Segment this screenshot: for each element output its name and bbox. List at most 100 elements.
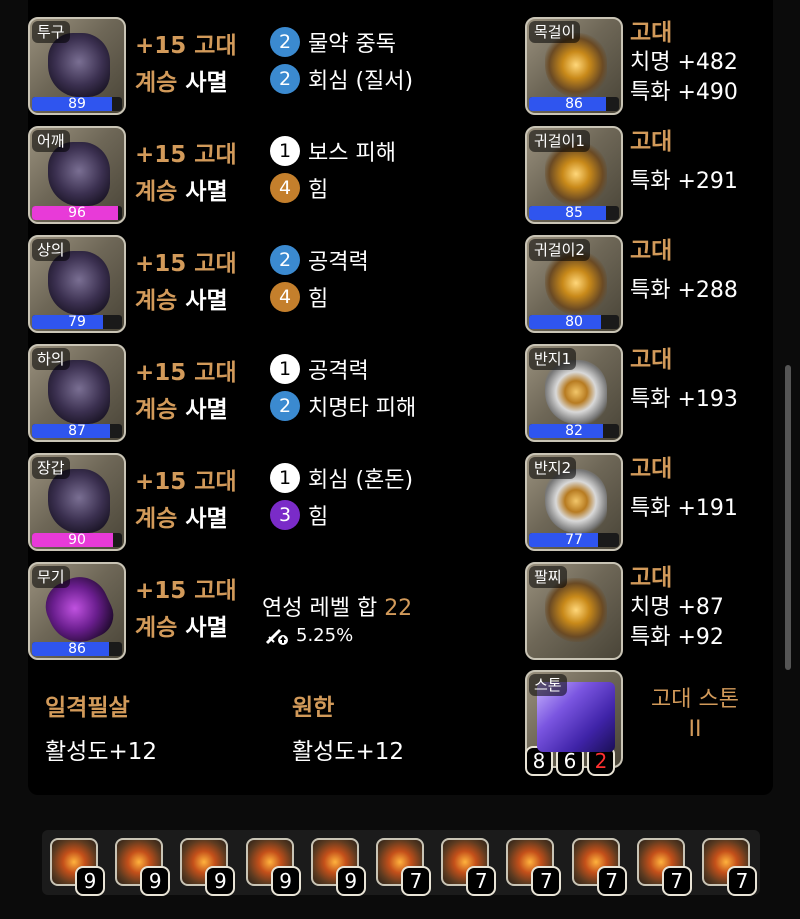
slot-label: 투구	[32, 21, 70, 43]
slot-label: 무기	[32, 566, 70, 588]
effect-level-badge: 2	[270, 391, 300, 421]
accessory-info: 고대특화 +193	[630, 345, 738, 415]
slot-label: 스톤	[529, 674, 567, 696]
succession-label: 계승	[135, 179, 178, 205]
elixir-effect: 3힘	[270, 499, 328, 531]
refinement-bonus: 5.25%	[296, 624, 354, 646]
quality-value: 77	[565, 532, 583, 548]
accessory-stat: 특화 +490	[630, 80, 738, 105]
accessory-info: 고대특화 +291	[630, 127, 738, 197]
accessory-slot-5[interactable]: 반지2 77	[525, 453, 623, 551]
succession-line: 계승 사멸	[135, 390, 228, 424]
accessory-slot-6[interactable]: 팔찌	[525, 562, 623, 660]
gem-level: 9	[205, 866, 236, 896]
effect-level-badge: 4	[270, 173, 300, 203]
accessory-stat: 특화 +288	[630, 278, 738, 303]
accessory-info: 고대 특화 +288	[630, 236, 738, 306]
sword-up-icon	[265, 628, 288, 645]
effect-name: 회심 (혼돈)	[308, 468, 414, 493]
slot-label: 귀걸이1	[529, 130, 590, 152]
accessory-stat: 특화 +193	[630, 387, 738, 412]
armor-slot-2[interactable]: 어깨 96	[28, 126, 126, 224]
effect-name: 물약 중독	[308, 32, 396, 57]
gem-level: 7	[531, 866, 562, 896]
succession-label: 계승	[135, 506, 178, 532]
effect-name: 힘	[308, 178, 329, 203]
elixir-effect: 2 공격력	[270, 244, 369, 276]
armor-slot-4[interactable]: 하의 87	[28, 344, 126, 442]
stone-name: 고대 스톤 II	[640, 685, 750, 745]
set-name: 사멸	[185, 397, 228, 423]
refinement-total: 연성 레벨 합 22	[262, 590, 412, 622]
effect-level-badge: 3	[270, 500, 300, 530]
effect-level-badge: 4	[270, 282, 300, 312]
quality-value: 96	[68, 205, 86, 221]
set-name: 사멸	[185, 506, 228, 532]
item-grade: +15 고대	[135, 578, 237, 604]
item-grade: +15 고대	[135, 469, 237, 495]
engraving-value: 활성도+12	[292, 739, 405, 765]
elixir-effect: 2 회심 (질서)	[270, 63, 413, 95]
succession-label: 계승	[135, 288, 178, 314]
item-grade: +15 고대	[135, 33, 237, 59]
armor-slot-5[interactable]: 장갑 90	[28, 453, 126, 551]
gem-level: 9	[140, 866, 171, 896]
slot-label: 하의	[32, 348, 70, 370]
gem-level: 9	[270, 866, 301, 896]
scrollbar[interactable]	[785, 365, 791, 670]
stone-tier: II	[688, 717, 702, 742]
set-name: 사멸	[185, 179, 228, 205]
engraving-2[interactable]: 원한 활성도+12	[292, 688, 404, 766]
accessory-slot-1[interactable]: 목걸이 86	[525, 17, 623, 115]
set-name: 사멸	[185, 615, 228, 641]
succession-line: 계승 사멸	[135, 281, 228, 315]
set-name: 사멸	[185, 70, 228, 96]
succession-label: 계승	[135, 397, 178, 423]
refinement-bonus-row: 5.25%	[264, 624, 353, 646]
armor-slot-6[interactable]: 무기 86	[28, 562, 126, 660]
quality-value: 89	[68, 96, 86, 112]
quality-value: 80	[565, 314, 583, 330]
succession-label: 계승	[135, 70, 178, 96]
succession-line: 계승 사멸	[135, 63, 228, 97]
effect-level-badge: 1	[270, 463, 300, 493]
accessory-slot-4[interactable]: 반지1 82	[525, 344, 623, 442]
accessory-stat: 치명 +482	[630, 50, 738, 75]
effect-name: 회심 (질서)	[308, 69, 414, 94]
gem-level: 7	[727, 866, 757, 896]
gem-level: 9	[335, 866, 366, 896]
elixir-effect: 1 공격력	[270, 353, 369, 385]
accessory-slot-3[interactable]: 귀걸이2 80	[525, 235, 623, 333]
effect-level-badge: 2	[270, 64, 300, 94]
item-grade: 고대	[630, 129, 673, 155]
quality-value: 86	[565, 96, 583, 112]
elixir-effect: 2 치명타 피해	[270, 390, 416, 422]
effect-level-badge: 2	[270, 27, 300, 57]
effect-level-badge: 2	[270, 245, 300, 275]
engraving-1[interactable]: 일격필살 활성도+12	[45, 688, 157, 766]
accessory-stat: 특화 +191	[630, 496, 738, 521]
gem-level: 7	[596, 866, 627, 896]
succession-line: 계승 사멸	[135, 172, 228, 206]
succession-line: 계승 사멸	[135, 499, 228, 533]
quality-value: 87	[68, 423, 86, 439]
elixir-effect: 4힘	[270, 281, 328, 313]
slot-label: 어깨	[32, 130, 70, 152]
armor-slot-3[interactable]: 상의 79	[28, 235, 126, 333]
accessory-stat: 특화 +291	[630, 169, 738, 194]
succession-line: 계승 사멸	[135, 608, 228, 642]
quality-value: 86	[68, 641, 86, 657]
effect-name: 공격력	[308, 359, 369, 384]
accessory-stat: 치명 +87	[630, 595, 724, 620]
armor-slot-1[interactable]: 투구 89	[28, 17, 126, 115]
slot-label: 반지2	[529, 457, 577, 479]
accessory-slot-2[interactable]: 귀걸이1 85	[525, 126, 623, 224]
gem-level: 7	[466, 866, 497, 896]
stone-name-text: 고대 스톤	[651, 687, 739, 712]
set-name: 사멸	[185, 288, 228, 314]
refinement-value: 22	[384, 596, 413, 621]
item-grade: 고대	[630, 347, 673, 373]
slot-label: 장갑	[32, 457, 70, 479]
